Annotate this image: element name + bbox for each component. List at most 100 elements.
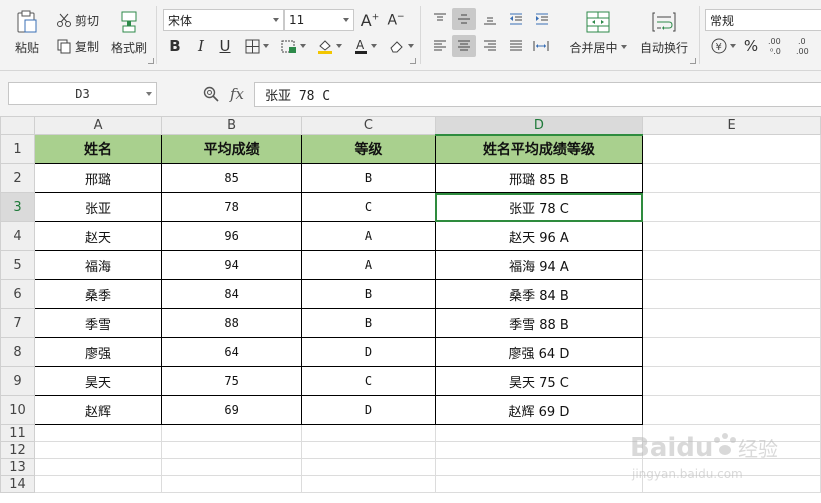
cell-e1[interactable] [642,134,821,164]
copy-button[interactable]: 复制 [56,36,99,56]
cell-b5[interactable]: 94 [161,250,303,280]
empty-cell[interactable] [33,475,163,493]
empty-cell[interactable] [434,475,644,493]
empty-cell[interactable] [161,475,303,493]
cell-c4[interactable]: A [301,221,436,251]
clipboard-group-launcher[interactable] [148,58,154,64]
cell-c7[interactable]: B [301,308,436,338]
row-header[interactable]: 11 [0,424,35,442]
cell-b9[interactable]: 75 [161,366,303,396]
cell-b7[interactable]: 88 [161,308,303,338]
alignment-group-launcher[interactable] [690,58,696,64]
empty-cell[interactable] [434,458,644,476]
decimal-format-button[interactable]: .00 ⁰.0 [766,34,790,58]
empty-cell[interactable] [642,441,821,459]
cell-b10[interactable]: 69 [161,395,303,425]
bold-button[interactable]: B [166,36,184,56]
format-painter-button[interactable]: 格式刷 [110,8,148,58]
increase-indent-button[interactable] [532,9,552,29]
cell-d1[interactable]: 姓名平均成绩等级 [434,134,644,164]
cell-a2[interactable]: 邢璐 [33,163,163,193]
insert-function-button[interactable]: fx [226,84,248,104]
cell-e3[interactable] [642,192,821,222]
row-header[interactable]: 7 [0,308,35,338]
empty-cell[interactable] [434,441,644,459]
borders-button[interactable] [242,36,272,56]
empty-cell[interactable] [301,424,436,442]
increase-font-button[interactable]: A+ [360,9,380,31]
cell-b6[interactable]: 84 [161,279,303,309]
justify-button[interactable] [506,36,526,56]
column-header-c[interactable]: C [301,116,436,135]
cell-a3[interactable]: 张亚 [33,192,163,222]
cell-b1[interactable]: 平均成绩 [161,134,303,164]
cell-a1[interactable]: 姓名 [33,134,163,164]
cell-e2[interactable] [642,163,821,193]
cell-d2[interactable]: 邢璐 85 B [434,163,644,193]
cell-c10[interactable]: D [301,395,436,425]
cell-c3[interactable]: C [301,192,436,222]
cell-e7[interactable] [642,308,821,338]
align-right-button[interactable] [480,36,500,56]
row-header[interactable]: 3 [0,192,35,222]
empty-cell[interactable] [33,458,163,476]
row-header[interactable]: 9 [0,366,35,396]
row-header[interactable]: 1 [0,134,35,164]
select-all-corner[interactable] [0,116,35,135]
align-bottom-button[interactable] [480,9,500,29]
align-middle-button[interactable] [452,8,476,30]
cell-a6[interactable]: 桑季 [33,279,163,309]
wrap-text-button[interactable]: 自动换行 [638,8,690,58]
empty-cell[interactable] [642,458,821,476]
column-header-d[interactable]: D [434,116,644,136]
fill-style-button[interactable] [278,36,308,56]
row-header[interactable]: 4 [0,221,35,251]
currency-button[interactable]: ¥ [708,36,738,56]
cut-button[interactable]: 剪切 [56,10,99,30]
font-group-launcher[interactable] [410,58,416,64]
row-header[interactable]: 6 [0,279,35,309]
cell-d3-selected[interactable]: 张亚 78 C [434,192,644,222]
cell-a8[interactable]: 廖强 [33,337,163,367]
cell-e9[interactable] [642,366,821,396]
cell-e8[interactable] [642,337,821,367]
font-size-select[interactable]: 11 [284,9,354,31]
empty-cell[interactable] [301,475,436,493]
cell-a5[interactable]: 福海 [33,250,163,280]
distribute-button[interactable] [530,36,552,56]
zoom-formula-button[interactable] [202,85,220,103]
row-header[interactable]: 10 [0,395,35,425]
row-header[interactable]: 14 [0,475,35,493]
cell-a7[interactable]: 季雪 [33,308,163,338]
cell-e6[interactable] [642,279,821,309]
decrease-indent-button[interactable] [506,9,526,29]
italic-button[interactable]: I [192,36,210,56]
empty-cell[interactable] [161,458,303,476]
column-header-a[interactable]: A [33,116,163,135]
cell-a9[interactable]: 昊天 [33,366,163,396]
decimal-format-button-2[interactable]: .0.00 [794,34,818,58]
cell-b8[interactable]: 64 [161,337,303,367]
row-header[interactable]: 13 [0,458,35,476]
empty-cell[interactable] [642,475,821,493]
cell-c6[interactable]: B [301,279,436,309]
cell-e10[interactable] [642,395,821,425]
cell-d6[interactable]: 桑季 84 B [434,279,644,309]
align-left-button[interactable] [430,36,450,56]
cell-e4[interactable] [642,221,821,251]
fill-color-button[interactable] [314,36,344,56]
cell-c1[interactable]: 等级 [301,134,436,164]
empty-cell[interactable] [33,424,163,442]
cell-c5[interactable]: A [301,250,436,280]
font-name-select[interactable]: 宋体 [163,9,284,31]
formula-input[interactable]: 张亚 78 C [254,82,821,107]
font-color-button[interactable]: A [350,36,380,56]
cell-d10[interactable]: 赵辉 69 D [434,395,644,425]
row-header[interactable]: 12 [0,441,35,459]
row-header[interactable]: 5 [0,250,35,280]
merge-center-button[interactable]: 合并居中 [568,8,628,58]
column-header-b[interactable]: B [161,116,303,135]
cell-d9[interactable]: 昊天 75 C [434,366,644,396]
cell-b4[interactable]: 96 [161,221,303,251]
empty-cell[interactable] [161,424,303,442]
